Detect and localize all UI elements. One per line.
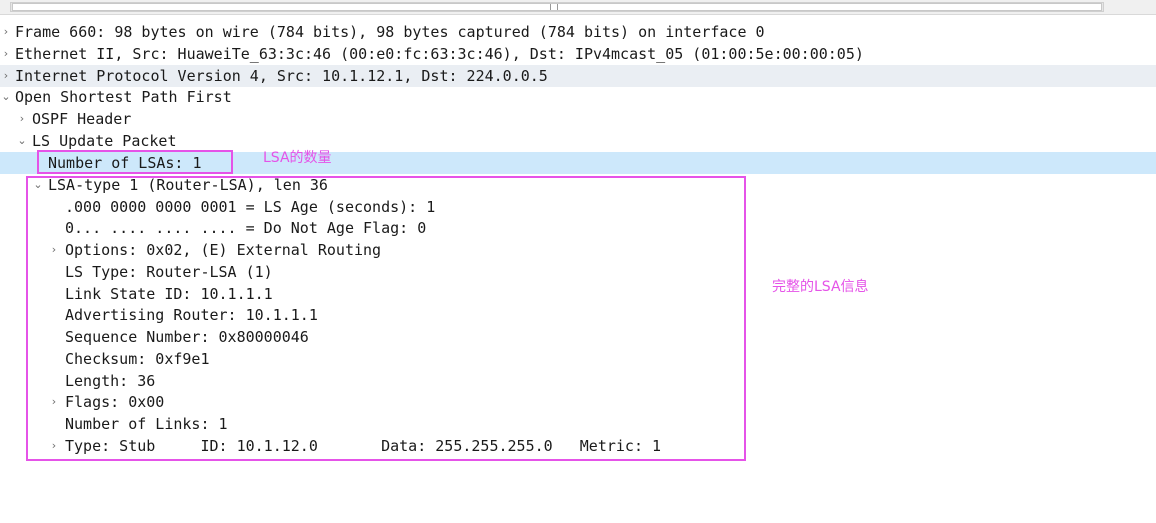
chevron-down-icon[interactable]: ⌄ xyxy=(0,86,12,108)
scrollbar-right-area xyxy=(1106,2,1156,12)
tree-row-frame[interactable]: › Frame 660: 98 bytes on wire (784 bits)… xyxy=(0,21,1156,43)
tree-row-ls-age[interactable]: .000 0000 0000 0001 = LS Age (seconds): … xyxy=(0,196,1156,218)
tree-row-label: Number of LSAs: 1 xyxy=(48,154,202,172)
tree-row-advertising-router[interactable]: Advertising Router: 10.1.1.1 xyxy=(0,304,1156,326)
chevron-right-icon[interactable]: › xyxy=(0,65,12,87)
tree-row-ospf[interactable]: ⌄ Open Shortest Path First xyxy=(0,86,1156,108)
tree-row-label: Sequence Number: 0x80000046 xyxy=(65,328,309,346)
tree-row-num-links[interactable]: Number of Links: 1 xyxy=(0,413,1156,435)
tree-row-checksum[interactable]: Checksum: 0xf9e1 xyxy=(0,348,1156,370)
chevron-right-icon[interactable]: › xyxy=(0,21,12,43)
tree-row-num-lsas[interactable]: Number of LSAs: 1 xyxy=(0,152,1156,174)
chevron-down-icon[interactable]: ⌄ xyxy=(32,174,44,196)
tree-row-label: Options: 0x02, (E) External Routing xyxy=(65,241,382,259)
tree-row-ls-update[interactable]: ⌄ LS Update Packet xyxy=(0,130,1156,152)
num-lsas-annotation: LSA的数量 xyxy=(263,150,332,166)
tree-row-sequence-number[interactable]: Sequence Number: 0x80000046 xyxy=(0,326,1156,348)
chevron-right-icon[interactable]: › xyxy=(48,391,60,413)
scrollbar-grip-icon xyxy=(550,4,558,10)
chevron-right-icon[interactable]: › xyxy=(16,108,28,130)
tree-row-do-not-age[interactable]: 0... .... .... .... = Do Not Age Flag: 0 xyxy=(0,217,1156,239)
tree-row-label: LS Type: Router-LSA (1) xyxy=(65,263,273,281)
tree-row-options[interactable]: › Options: 0x02, (E) External Routing xyxy=(0,239,1156,261)
tree-row-ip[interactable]: › Internet Protocol Version 4, Src: 10.1… xyxy=(0,65,1156,87)
tree-row-label: Length: 36 xyxy=(65,372,156,390)
tree-row-ospf-header[interactable]: › OSPF Header xyxy=(0,108,1156,130)
tree-row-label: 0... .... .... .... = Do Not Age Flag: 0 xyxy=(65,219,427,237)
tree-row-label: Checksum: 0xf9e1 xyxy=(65,350,210,368)
tree-row-label: Type: Stub ID: 10.1.12.0 Data: 255.255.2… xyxy=(65,437,662,455)
tree-row-link-type[interactable]: › Type: Stub ID: 10.1.12.0 Data: 255.255… xyxy=(0,435,1156,457)
tree-row-link-state-id[interactable]: Link State ID: 10.1.1.1 xyxy=(0,283,1156,305)
chevron-right-icon[interactable]: › xyxy=(0,43,12,65)
tree-row-label: Open Shortest Path First xyxy=(15,88,232,106)
tree-row-lsa-type[interactable]: ⌄ LSA-type 1 (Router-LSA), len 36 xyxy=(0,174,1156,196)
chevron-right-icon[interactable]: › xyxy=(48,435,60,457)
tree-row-label: LSA-type 1 (Router-LSA), len 36 xyxy=(48,176,328,194)
horizontal-scrollbar[interactable] xyxy=(0,0,1156,15)
tree-row-label: Ethernet II, Src: HuaweiTe_63:3c:46 (00:… xyxy=(15,45,864,63)
tree-row-length[interactable]: Length: 36 xyxy=(0,370,1156,392)
tree-row-label: Number of Links: 1 xyxy=(65,415,228,433)
tree-row-label: Internet Protocol Version 4, Src: 10.1.1… xyxy=(15,67,548,85)
tree-row-flags[interactable]: › Flags: 0x00 xyxy=(0,391,1156,413)
chevron-down-icon[interactable]: ⌄ xyxy=(16,130,28,152)
full-lsa-annotation: 完整的LSA信息 xyxy=(772,279,869,295)
chevron-right-icon[interactable]: › xyxy=(48,239,60,261)
tree-row-label: OSPF Header xyxy=(32,110,132,128)
tree-row-label: Link State ID: 10.1.1.1 xyxy=(65,285,273,303)
tree-row-label: Flags: 0x00 xyxy=(65,393,165,411)
tree-row-label: LS Update Packet xyxy=(32,132,177,150)
tree-row-label: Frame 660: 98 bytes on wire (784 bits), … xyxy=(15,23,765,41)
tree-row-label: .000 0000 0000 0001 = LS Age (seconds): … xyxy=(65,198,436,216)
tree-row-ethernet[interactable]: › Ethernet II, Src: HuaweiTe_63:3c:46 (0… xyxy=(0,43,1156,65)
tree-row-ls-type[interactable]: LS Type: Router-LSA (1) xyxy=(0,261,1156,283)
tree-row-label: Advertising Router: 10.1.1.1 xyxy=(65,306,318,324)
